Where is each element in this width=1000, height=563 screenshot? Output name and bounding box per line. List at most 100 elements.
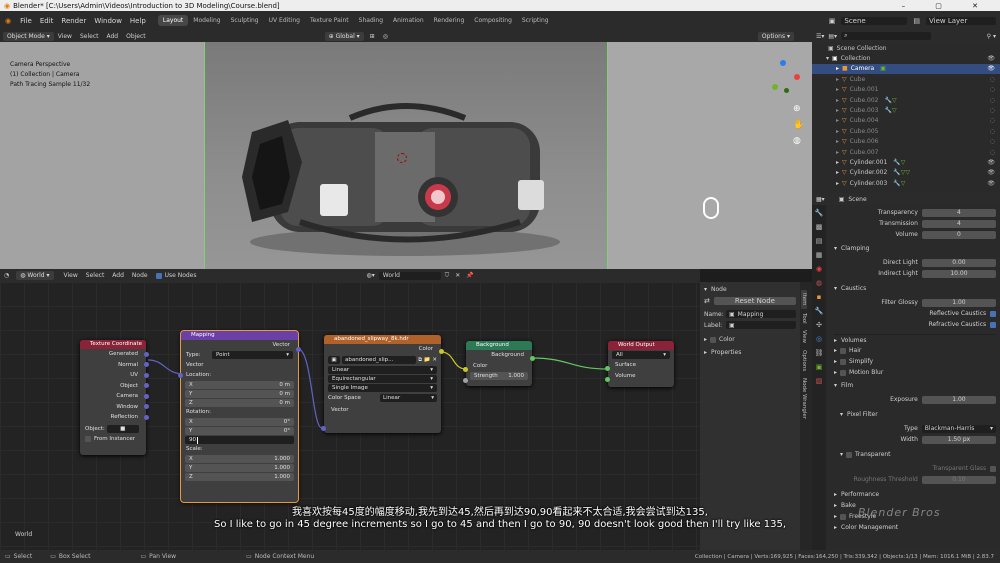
gizmo-z-axis-icon[interactable] [780, 60, 786, 66]
mapping-type-dropdown[interactable]: Point ▾ [212, 351, 293, 359]
socket-normal[interactable] [144, 362, 149, 367]
transparent-glass-checkbox[interactable] [990, 465, 996, 472]
socket-object[interactable] [144, 383, 149, 388]
socket-color-in[interactable] [463, 367, 468, 372]
socket-vector-in[interactable] [321, 426, 326, 431]
pin-icon[interactable]: 📌 [466, 272, 473, 279]
reset-node-button[interactable]: Reset Node [713, 297, 796, 305]
properties-editor-icon[interactable]: ▦▾ [816, 196, 825, 203]
socket-vector-in[interactable] [178, 373, 183, 378]
visibility-eye-icon[interactable]: ◌ [990, 138, 1000, 145]
volumes-panel-header[interactable]: ▸ Volumes [834, 334, 996, 345]
menu-edit[interactable]: Edit [36, 17, 58, 25]
gizmo-x-axis-icon[interactable] [794, 74, 800, 80]
world-datablock-icon[interactable]: ◍▾ [367, 272, 375, 279]
socket-window[interactable] [144, 404, 149, 409]
menu-window[interactable]: Window [90, 17, 126, 25]
outliner-row[interactable]: ▸ ▽ Cube.004 ◌ [812, 116, 1000, 126]
scene-tab-icon[interactable]: ◉ [816, 265, 822, 273]
node-label-field[interactable]: ▣ [726, 321, 796, 329]
tab-options[interactable]: Options [801, 347, 807, 374]
socket-volume-in[interactable] [605, 377, 610, 382]
volume-field[interactable]: 0 [921, 230, 996, 239]
location-y-field[interactable]: Y0 m [185, 390, 294, 398]
scale-x-field[interactable]: X 1.000 [185, 455, 294, 463]
location-z-field[interactable]: Z0 m [185, 399, 294, 407]
scale-z-field[interactable]: Z 1.000 [185, 473, 294, 481]
transparency-field[interactable]: 4 [921, 208, 996, 217]
node-menu-select[interactable]: Select [82, 272, 109, 279]
motion-blur-checkbox[interactable] [840, 369, 847, 376]
node-menu-view[interactable]: View [60, 272, 82, 279]
gizmo-y-axis-icon[interactable] [772, 84, 778, 90]
visibility-eye-icon[interactable]: ◌ [990, 86, 1000, 93]
menu-help[interactable]: Help [126, 17, 150, 25]
node-world-output[interactable]: World Output All ▾ Surface Volume [605, 341, 674, 387]
tab-uv-editing[interactable]: UV Editing [264, 15, 305, 26]
socket-strength-in[interactable] [463, 378, 468, 383]
visibility-eye-icon[interactable]: ◌ [990, 149, 1000, 156]
tab-scripting[interactable]: Scripting [517, 15, 554, 26]
caustics-panel-header[interactable]: ▾ Caustics [834, 283, 996, 294]
exposure-field[interactable]: 1.00 [921, 395, 996, 404]
visibility-eye-icon[interactable]: 👁 [987, 55, 1000, 62]
hair-panel-header[interactable]: ▸ Hair [834, 345, 996, 356]
outliner-editor-icon[interactable]: ☰▾ [816, 33, 824, 40]
socket-vector-out[interactable] [296, 347, 301, 352]
scale-y-field[interactable]: Y 1.000 [185, 464, 294, 472]
visibility-eye-icon[interactable]: ◌ [990, 117, 1000, 124]
image-name-field[interactable]: abandoned_slip... [342, 356, 417, 364]
tab-item[interactable]: Item [801, 290, 807, 309]
outliner-row[interactable]: ▸ ▽ Cube.005 ◌ [812, 126, 1000, 136]
3d-viewport[interactable]: Camera Perspective (1) Collection | Came… [0, 42, 812, 269]
tab-animation[interactable]: Animation [388, 15, 429, 26]
simplify-checkbox[interactable] [840, 358, 847, 365]
node-menu-node[interactable]: Node [128, 272, 152, 279]
visibility-eye-icon[interactable]: 👁 [987, 159, 1000, 166]
output-tab-icon[interactable]: ▤ [816, 237, 823, 245]
window-controls[interactable]: – ▢ ✕ [902, 2, 1000, 10]
visibility-eye-icon[interactable]: ◌ [990, 107, 1000, 114]
navigation-gizmo[interactable] [766, 60, 802, 96]
object-picker[interactable]: ■ [106, 424, 139, 433]
tab-layout[interactable]: Layout [157, 15, 189, 26]
proportional-edit-icon[interactable]: ◎ [383, 33, 388, 40]
node-menu-add[interactable]: Add [108, 272, 128, 279]
particles-tab-icon[interactable]: ✣ [816, 321, 822, 329]
outliner-row[interactable]: ▸ ▽ Cylinder.003 🔧▽ 👁 [812, 178, 1000, 188]
target-dropdown[interactable]: All ▾ [612, 351, 670, 359]
pan-hand-icon[interactable]: ✋ [793, 120, 804, 130]
interpolation-dropdown[interactable]: Linear ▾ [328, 366, 437, 374]
node-texture-coordinate[interactable]: Texture Coordinate Generated Normal UV O… [80, 340, 149, 455]
transmission-field[interactable]: 4 [921, 219, 996, 228]
view-layer-selector[interactable]: View Layer [926, 16, 996, 25]
view-layer-tab-icon[interactable]: ▦ [816, 251, 823, 259]
rotation-x-field[interactable]: X 0° [185, 418, 294, 426]
blender-menu-icon[interactable]: ◉ [0, 17, 16, 25]
film-panel-header[interactable]: ▾ Film [834, 380, 996, 391]
socket-color-out[interactable] [439, 349, 444, 354]
pixel-filter-panel-header[interactable]: ▾ Pixel Filter [834, 409, 996, 420]
outliner-row[interactable]: ▸ ▽ Cylinder.002 🔧▽▽ 👁 [812, 168, 1000, 178]
unlink-icon[interactable]: ✕ [455, 272, 460, 279]
visibility-eye-icon[interactable]: ◌ [990, 76, 1000, 83]
scene-selector[interactable]: Scene [841, 16, 908, 25]
tab-rendering[interactable]: Rendering [429, 15, 470, 26]
outliner-row[interactable]: ▸ ▽ Cube ◌ [812, 74, 1000, 84]
motion-blur-panel-header[interactable]: ▸ Motion Blur [834, 367, 996, 378]
tab-sculpting[interactable]: Sculpting [226, 15, 264, 26]
tool-tab-icon[interactable]: 🔧 [815, 209, 824, 217]
viewport-menu-view[interactable]: View [54, 33, 76, 40]
socket-surface-in[interactable] [605, 366, 610, 371]
rotation-z-field-editing[interactable]: 90 [185, 436, 294, 444]
object-tab-icon[interactable]: ▪ [817, 293, 822, 301]
source-dropdown[interactable]: Single Image ▾ [328, 384, 437, 392]
outliner-row[interactable]: ▾ ▣ Collection 👁 [812, 53, 1000, 63]
socket-reflection[interactable] [144, 415, 149, 420]
tab-view[interactable]: View [801, 327, 807, 346]
node-name-field[interactable]: ▣ Mapping [726, 310, 796, 318]
zoom-icon[interactable]: ⊕ [793, 104, 804, 114]
visibility-eye-icon[interactable]: ◌ [990, 97, 1000, 104]
world-tab-icon[interactable]: ◍ [816, 279, 822, 287]
camera-view-icon[interactable]: ◍ [793, 136, 804, 146]
